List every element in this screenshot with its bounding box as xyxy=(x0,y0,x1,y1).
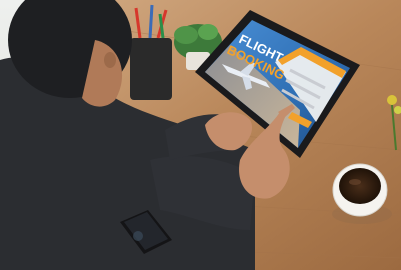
coffee-liquid xyxy=(339,168,381,204)
photo-scene: FLIGHT BOOKING xyxy=(0,0,401,270)
photo-illustration: FLIGHT BOOKING xyxy=(0,0,401,270)
person-ear xyxy=(104,52,116,68)
